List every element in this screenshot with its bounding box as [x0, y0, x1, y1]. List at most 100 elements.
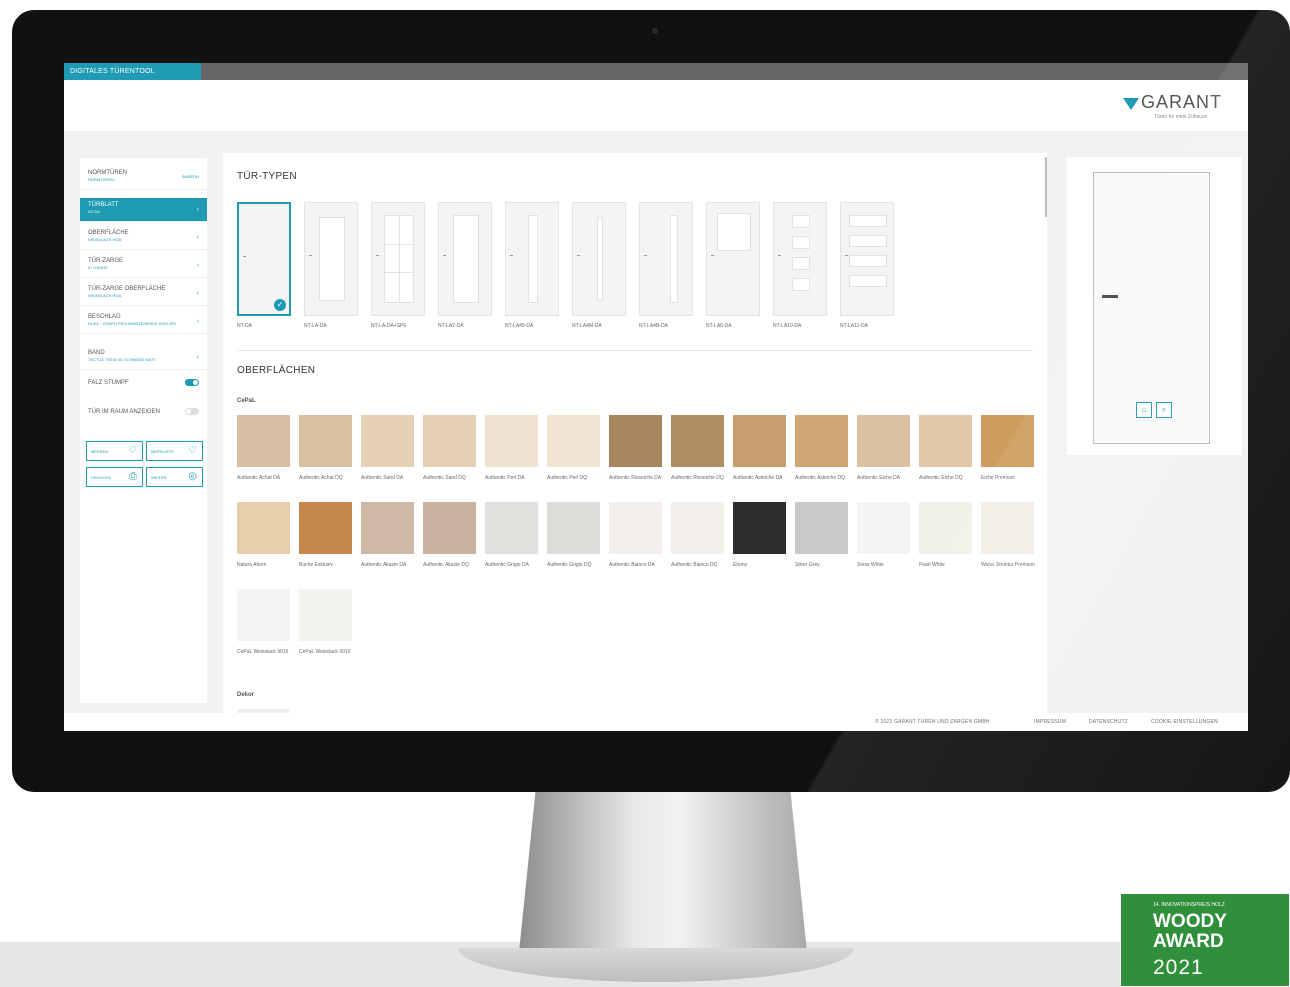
door-knob: [644, 255, 647, 256]
surface-swatch-label: Authentic Asteiche DA: [733, 475, 783, 481]
cepal-heading: CePaL: [237, 398, 256, 404]
surface-swatch-label: Authentic Risseiche DA: [609, 475, 662, 481]
door-type-nt-la10-da[interactable]: [773, 202, 827, 316]
door-type-label: NT-LA4M-DA: [572, 323, 602, 329]
brand-logo[interactable]: GARANT: [1141, 92, 1222, 113]
surface-swatch-label: Silver Grey: [795, 562, 820, 568]
sidebar-item-title: TÜR-ZARGE: [88, 258, 123, 264]
surface-swatch[interactable]: [795, 502, 848, 554]
door-type-label: NT-DA: [237, 323, 252, 329]
door-type-nt-la-da-sp6[interactable]: [371, 202, 425, 316]
sidebar-item-value: WEISSLACK 9016: [88, 293, 122, 298]
door-type-nt-da[interactable]: ✓: [237, 202, 291, 316]
zoom-icon[interactable]: ⌕: [1156, 402, 1172, 418]
sidebar-item-tuerblatt[interactable]: TÜRBLATT NT-DA ›: [80, 198, 207, 222]
surface-swatch[interactable]: [237, 589, 290, 641]
surface-swatch[interactable]: [981, 415, 1034, 467]
surface-swatch[interactable]: [361, 415, 414, 467]
surface-swatch[interactable]: [919, 502, 972, 554]
surface-swatch-label: Authentic Asteiche DQ: [795, 475, 846, 481]
surface-swatch[interactable]: [795, 415, 848, 467]
door-glass: [849, 235, 887, 247]
surface-swatch-label: Authentic Risseiche DQ: [671, 475, 724, 481]
door-type-nt-la11-da[interactable]: [840, 202, 894, 316]
surface-swatch-label: Authentic Eiche DQ: [919, 475, 963, 481]
merken-label: MERKEN: [91, 449, 109, 454]
footer-link-impressum[interactable]: IMPRESSUM: [1034, 719, 1066, 725]
footer-link-cookies[interactable]: COOKIE-EINSTELLUNGEN: [1151, 719, 1218, 725]
monitor-stand: [518, 792, 808, 962]
surface-swatch[interactable]: [857, 415, 910, 467]
surface-swatch[interactable]: [423, 502, 476, 554]
woody-award-badge: 14. INNOVATIONSPREIS HOLZ WOODY AWARD 20…: [1120, 893, 1290, 987]
dekor-heading: Dekor: [237, 692, 255, 698]
drucken-button[interactable]: DRUCKEN ⎙: [86, 467, 143, 487]
door-glass: [453, 215, 479, 303]
surface-swatch-label: Authentic Grigio DQ: [547, 562, 592, 568]
door-type-nt-la4m-da[interactable]: [572, 202, 626, 316]
sidebar-item-tuer-zarge[interactable]: TÜR-ZARGE 57 GRADE ›: [80, 254, 207, 278]
surface-swatch[interactable]: [919, 415, 972, 467]
door-type-nt-la45-da[interactable]: [505, 202, 559, 316]
award-title: WOODY AWARD: [1153, 912, 1227, 952]
surface-swatch[interactable]: [485, 502, 538, 554]
door-type-nt-la2-da[interactable]: [438, 202, 492, 316]
surface-swatch[interactable]: [237, 502, 290, 554]
section-divider: [237, 350, 1033, 351]
surface-swatch[interactable]: [547, 502, 600, 554]
door-types-heading: TÜR-TYPEN: [237, 171, 297, 182]
sidebar-item-band[interactable]: BAND TECTUS TE540 3D SCHWARZ MATT ›: [80, 346, 207, 370]
sidebar-item-title: BESCHLAG: [88, 314, 121, 320]
surface-swatch[interactable]: [299, 415, 352, 467]
tab-tuerentool[interactable]: DIGITALES TÜRENTOOL: [64, 63, 201, 80]
sidebar-item-normtueren[interactable]: NORMTÜREN NORMTÜREN ÄNDERN: [80, 166, 207, 190]
award-year: 2021: [1153, 956, 1204, 979]
surface-swatch[interactable]: [609, 502, 662, 554]
sidebar-item-value: 57 GRADE: [88, 265, 108, 270]
door-type-label: NT-LA45-DA: [505, 323, 534, 329]
main-scrollbar[interactable]: [1045, 157, 1047, 217]
footer-link-datenschutz[interactable]: DATENSCHUTZ: [1089, 719, 1128, 725]
sidebar-item-oberflaeche[interactable]: OBERFLÄCHE WEISSLACK 9016 ›: [80, 226, 207, 250]
surfaces-heading: OBERFLÄCHEN: [237, 365, 316, 376]
surface-swatch-label: Authentic Akazie DQ: [423, 562, 469, 568]
surface-swatch[interactable]: [485, 415, 538, 467]
surface-swatch[interactable]: [237, 415, 290, 467]
door-type-nt-la-da[interactable]: [304, 202, 358, 316]
door-handle: [1102, 295, 1118, 298]
surface-swatch[interactable]: [671, 502, 724, 554]
surface-swatch[interactable]: [733, 415, 786, 467]
surface-swatch[interactable]: [299, 589, 352, 641]
merkliste-label: MERKLISTE: [151, 449, 174, 454]
door-glass: [319, 217, 345, 301]
door-type-label: NT-LA-DA+SP6: [371, 323, 407, 329]
surface-swatch-label: Authentic Perl DQ: [547, 475, 588, 481]
surface-swatch[interactable]: [981, 502, 1034, 554]
surface-swatch[interactable]: [609, 415, 662, 467]
surface-swatch[interactable]: [857, 502, 910, 554]
weiter-label: WEITER: [151, 475, 167, 480]
copyright-text: © 2023 GARANT TÜREN UND ZARGEN GMBH: [875, 719, 990, 725]
door-type-nt-la6-da[interactable]: [706, 202, 760, 316]
door-type-nt-la4b-da[interactable]: [639, 202, 693, 316]
surface-swatch-label: Authentic Akazie DA: [361, 562, 407, 568]
surface-swatch[interactable]: [361, 502, 414, 554]
merkliste-button[interactable]: MERKLISTE ♡: [146, 441, 203, 461]
merken-button[interactable]: MERKEN ♡: [86, 441, 143, 461]
surface-swatch[interactable]: [671, 415, 724, 467]
weiter-button[interactable]: WEITER ◎: [146, 467, 203, 487]
sidebar-item-zarge-oberflaeche[interactable]: TÜR-ZARGE OBERFLÄCHE WEISSLACK 9016 ›: [80, 282, 207, 306]
door-type-label: NT-LA-DA: [304, 323, 327, 329]
surface-swatch[interactable]: [299, 502, 352, 554]
surface-swatch[interactable]: [423, 415, 476, 467]
door-glass: [792, 215, 810, 228]
surface-swatch-label: Weiss Struktur Premium: [981, 562, 1035, 568]
change-link[interactable]: ÄNDERN: [182, 174, 199, 179]
surface-swatch[interactable]: [547, 415, 600, 467]
room-view-icon[interactable]: ⌂: [1136, 402, 1152, 418]
sidebar-item-beschlag[interactable]: BESCHLAG DUKE · GRAPH PSCHWARZE/WINKE KÜ…: [80, 310, 207, 334]
surface-swatch[interactable]: [733, 502, 786, 554]
falz-stumpf-toggle[interactable]: [185, 379, 199, 386]
door-knob: [711, 255, 714, 256]
tuer-im-raum-toggle[interactable]: [185, 408, 199, 415]
